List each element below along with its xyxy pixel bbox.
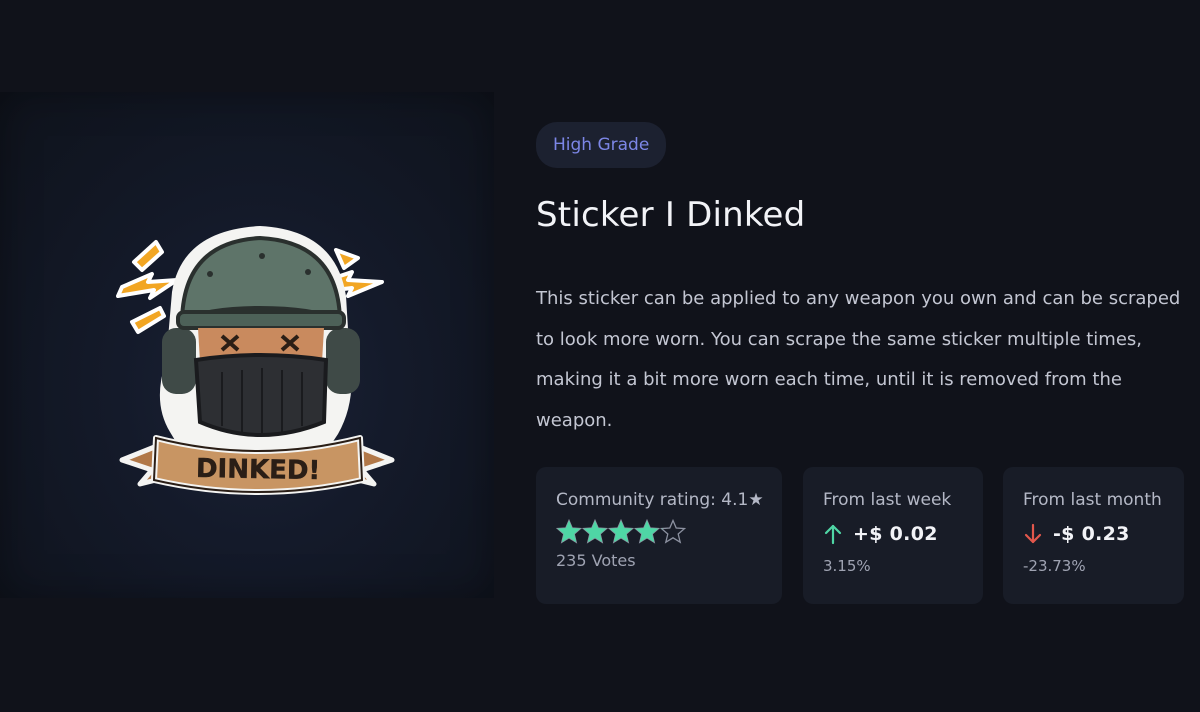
- last-week-percent: 3.15%: [823, 557, 871, 575]
- star-filled-icon: [608, 519, 634, 544]
- community-rating-card: Community rating: 4.1★ 235 Votes: [536, 467, 782, 604]
- votes-count: 235 Votes: [556, 551, 636, 570]
- item-description: This sticker can be applied to any weapo…: [536, 288, 1181, 431]
- item-title: Sticker I Dinked: [536, 195, 806, 235]
- last-week-card: From last week +$ 0.02 3.15%: [803, 467, 983, 604]
- lightning-left-icon: [116, 240, 179, 334]
- sticker-image: DINKED!: [116, 226, 395, 495]
- community-rating-label: Community rating: 4.1★: [556, 490, 764, 510]
- star-partial-icon: [660, 519, 686, 544]
- star-filled-icon: [582, 519, 608, 544]
- item-info: High Grade Sticker I Dinked This sticker…: [536, 122, 1186, 441]
- last-month-label: From last month: [1023, 490, 1162, 510]
- sticker-banner-text: DINKED!: [196, 454, 321, 486]
- last-month-card: From last month -$ 0.23 -23.73%: [1003, 467, 1184, 604]
- last-month-percent: -23.73%: [1023, 557, 1086, 575]
- last-month-change: -$ 0.23: [1053, 523, 1130, 545]
- arrow-down-icon: [1024, 523, 1042, 544]
- item-image-panel: DINKED!: [0, 92, 494, 598]
- star-filled-icon: [556, 519, 582, 544]
- star-filled-icon: [634, 519, 660, 544]
- arrow-up-icon: [824, 524, 842, 545]
- last-week-label: From last week: [823, 490, 952, 510]
- grade-badge: High Grade: [536, 122, 667, 168]
- last-week-change: +$ 0.02: [853, 523, 938, 545]
- star-rating: [556, 519, 762, 545]
